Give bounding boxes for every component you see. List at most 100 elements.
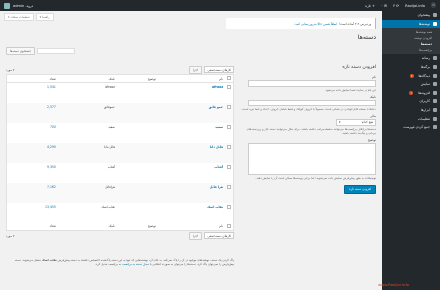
update-now-link[interactable]: لطفاً همین حالا به‌روزرسانی کنید. [294,22,337,26]
table-row: afrooz afrooz 1,541 [7,83,234,103]
bulk-actions-select-bottom[interactable]: کارهای دسته‌جمعی [204,232,234,239]
cell-count[interactable]: 700 [7,123,58,143]
slug-field[interactable] [248,99,376,106]
category-name-link[interactable]: آفتاب [214,165,223,169]
column-description[interactable]: توضیح [116,74,158,83]
sidebar-item-label: کاربران [419,99,430,104]
category-name-link[interactable]: afrooz [212,85,223,89]
name-description: این نام در سایت شما نمایش داده می‌شود. [324,87,376,92]
category-name-link[interactable]: نقاب اسک [207,205,223,209]
cell-count[interactable]: 9,350 [7,163,58,183]
sidebar-item-pages[interactable]: برگه‌ها [382,63,440,72]
categories-table: نام توضیح نامک تعداد afrooz afrooz 1,541… [6,74,234,231]
add-category-button[interactable]: افزودن دسته تازه [344,184,376,194]
row-checkbox[interactable] [227,144,231,149]
sidebar-item-plugins[interactable]: افزونه‌ها ۱ [382,89,440,98]
select-all-checkbox-footer[interactable] [227,223,231,228]
wordpress-icon[interactable]: Ⓦ [431,2,436,9]
column-slug-footer[interactable]: نامک [57,222,117,231]
apply-button-bottom[interactable]: اجرا [188,231,202,240]
slug-description: «نامک» نسخه قابل‌خواندن در نشانی است. مع… [241,107,376,111]
user-greeting: درود، admin [13,3,34,8]
sidebar-item-appearance[interactable]: نمایش [382,80,440,89]
help-tab-button[interactable]: راهنما ▾ [35,13,54,21]
page-title: دسته‌ها [357,34,376,41]
description-label: توضیح [367,137,376,142]
column-count-footer[interactable]: تعداد [6,222,58,231]
bulk-actions-select[interactable]: کارهای دسته‌جمعی [204,66,234,73]
sidebar-item-comments[interactable]: دیدگاه‌ها ۲ [382,71,440,80]
sidebar-item-collapse[interactable]: جمع کردن فهرست [382,123,440,132]
select-all-checkbox[interactable] [227,76,231,80]
comments-icon[interactable]: ✉ ۰ [381,4,387,8]
settings-icon [433,116,437,121]
sidebar-item-users[interactable]: کاربران [382,97,440,106]
bulk-actions: کارهای دسته‌جمعی اجرا [188,65,234,74]
row-checkbox[interactable] [227,164,231,169]
row-checkbox[interactable] [227,124,231,129]
row-checkbox-cell [225,83,234,103]
sidebar-item-label: رسانه [421,56,430,61]
user-menu[interactable]: درود، admin [4,2,34,9]
cell-slug: سعید [108,124,115,129]
submenu-tags[interactable]: برچسب‌ها [382,47,440,53]
tools-icon [433,108,437,113]
site-watermark: www.Ravijai.info [378,282,410,287]
parent-select-value: هیچ کدام [361,120,373,125]
updates-count: ۳ [393,3,395,8]
cell-count[interactable]: 13,455 [7,203,58,223]
row-checkbox[interactable] [227,104,231,109]
sidebar-item-media[interactable]: رسانه [382,54,440,63]
sidebar-item-tools[interactable]: ابزارها [382,106,440,115]
sidebar-item-settings[interactable]: تنظیمات [382,114,440,123]
pin-icon [433,21,437,26]
cell-slug: نقاب-اسک [101,204,115,209]
search-categories-button[interactable]: جستجوی دسته‌ها [6,47,36,55]
cell-name: هرا قاتل [157,182,225,203]
slug-label: نامک [369,94,376,99]
row-checkbox[interactable] [227,204,231,209]
row-checkbox-cell [225,163,234,183]
avatar [4,2,10,9]
category-tag-converter-link[interactable]: مبدل دسته به برچسب [122,262,149,266]
cell-count[interactable]: 1,541 [7,83,58,103]
cell-count[interactable]: 7,162 [6,182,58,203]
column-count[interactable]: تعداد [6,74,58,83]
description-textarea[interactable] [248,142,376,175]
parent-select[interactable]: هیچ کدام ▾ [336,119,376,126]
sidebar-item-dashboard[interactable]: پیشخوان [382,11,440,20]
site-name-link[interactable]: Ravijai.info [405,4,425,8]
sidebar-item-posts[interactable]: نوشته‌ها [382,19,440,29]
search-input[interactable] [37,47,76,55]
new-content-link[interactable]: + تازه [365,4,375,8]
category-name-link[interactable]: سعید [215,125,223,129]
cell-name: عمو قانق [157,102,225,123]
cell-slug: قاتل-دانا [57,142,117,163]
name-field[interactable] [248,80,376,87]
column-description-footer[interactable]: توضیح [116,222,158,231]
category-name-link[interactable]: عمو قانق [209,105,223,109]
category-name-link[interactable]: قاتل دانا [210,145,223,149]
cell-count[interactable]: 2,577 [6,102,58,123]
row-checkbox[interactable] [227,184,231,189]
dashboard-icon [433,13,437,18]
column-name-footer[interactable]: نام [157,222,225,231]
row-checkbox[interactable] [227,85,231,89]
row-checkbox-cell [225,142,234,163]
table-footer-row: نام توضیح نامک تعداد [6,222,234,231]
sidebar-item-label: تنظیمات [418,116,430,121]
category-name-link[interactable]: هرا قاتل [210,185,223,189]
cell-count[interactable]: 4,290 [6,142,58,163]
column-name[interactable]: نام [157,74,225,83]
column-slug[interactable]: نامک [57,74,117,83]
apply-button[interactable]: اجرا [188,65,202,74]
items-count: ۷ مورد [6,67,15,72]
cell-description [116,142,158,163]
screen-options-button[interactable]: تنظیمات صفحه ▾ [4,13,34,21]
sidebar-item-label: برگه‌ها [420,65,430,70]
sidebar-item-label: جمع کردن فهرست [403,125,430,130]
cell-slug: آفتاب [107,164,115,169]
updates-icon[interactable]: ⟳ ۳ [393,4,399,8]
name-label: نام [372,75,376,79]
cell-description [117,163,158,183]
